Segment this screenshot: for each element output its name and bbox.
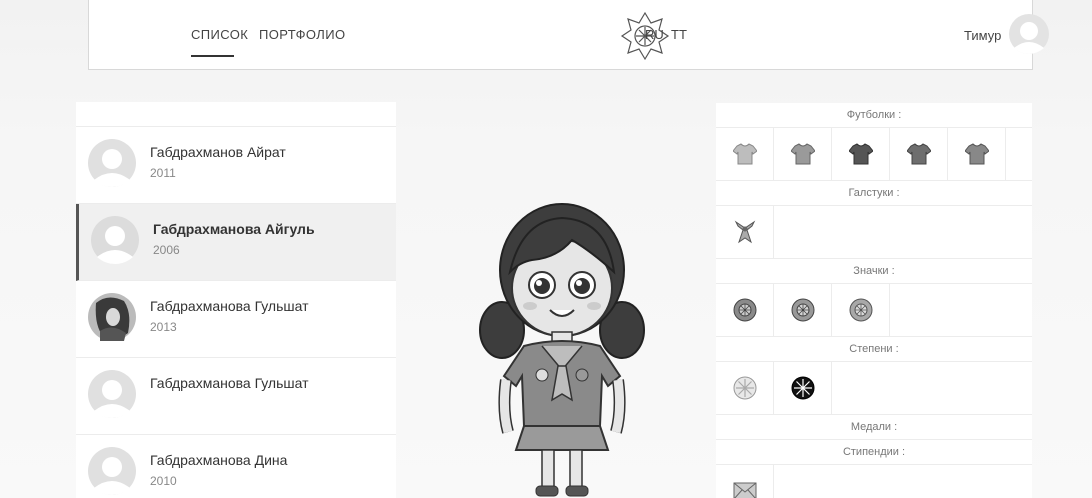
badges-heading: Значки : [716, 259, 1032, 284]
envelope-icon [733, 482, 756, 498]
nav-active-underline [191, 55, 234, 57]
degree-dark-icon [791, 376, 814, 400]
student-name: Габдрахманова Гульшат [150, 298, 309, 314]
scholarship-item[interactable] [716, 465, 774, 498]
avatar-placeholder-icon [88, 370, 136, 418]
student-list-item-active[interactable]: Габдрахманова Айгуль 2006 [76, 204, 396, 281]
degree-light-icon [733, 376, 756, 400]
student-photo [88, 293, 136, 341]
student-list-item[interactable]: Габдрахманов Айрат 2011 [76, 127, 396, 204]
student-name: Габдрахманова Дина [150, 452, 288, 468]
student-list-item[interactable]: Габдрахманова Дина 2010 [76, 435, 396, 498]
avatar-placeholder-icon [88, 447, 136, 495]
avatar-placeholder-icon [91, 216, 139, 264]
tshirt-item[interactable] [948, 128, 1006, 180]
degrees-row [716, 362, 1032, 415]
tshirt-icon [732, 143, 757, 165]
tshirt-icon [790, 143, 815, 165]
tshirts-row [716, 128, 1032, 181]
nav-list-link[interactable]: СПИСОК [191, 27, 248, 42]
tshirt-icon [848, 143, 873, 165]
achievements-panel: Футболки : Галстуки : Значки : Степени:… [716, 103, 1032, 498]
tshirt-icon [964, 143, 989, 165]
scholarships-heading: Стипендии : [716, 440, 1032, 465]
user-avatar-icon[interactable] [1009, 14, 1049, 54]
badge-item[interactable] [774, 284, 832, 336]
tshirt-item[interactable] [890, 128, 948, 180]
badge-item[interactable] [832, 284, 890, 336]
degree-item[interactable] [774, 362, 832, 414]
student-name: Габдрахманова Айгуль [153, 221, 315, 237]
avatar-placeholder-icon [88, 139, 136, 187]
badge-item[interactable] [716, 284, 774, 336]
student-year: 2010 [150, 474, 177, 488]
scholarships-row [716, 465, 1032, 498]
degree-item[interactable] [716, 362, 774, 414]
lang-tt-link[interactable]: ТТ [671, 27, 687, 42]
badge-icon [849, 298, 872, 322]
lang-ru-link[interactable]: RU [645, 27, 664, 42]
tshirt-icon [906, 143, 931, 165]
student-name: Габдрахманова Гульшат [150, 375, 309, 391]
badge-icon [733, 298, 756, 322]
ties-row [716, 206, 1032, 259]
student-name: Габдрахманов Айрат [150, 144, 286, 160]
medals-heading: Медали : [716, 415, 1032, 440]
student-list-item[interactable]: Габдрахманова Гульшат [76, 358, 396, 435]
student-year: 2006 [153, 243, 180, 257]
character-avatar-illustration [479, 203, 645, 497]
student-year: 2013 [150, 320, 177, 334]
student-list-item[interactable]: Габдрахманова Гульшат 2013 [76, 281, 396, 358]
tshirt-item[interactable] [716, 128, 774, 180]
badges-row [716, 284, 1032, 337]
tie-item[interactable] [716, 206, 774, 258]
tie-icon [734, 220, 755, 244]
list-top-strip [76, 102, 396, 127]
top-nav-bar: СПИСОК ПОРТФОЛИО RU ТТ Тимур [88, 0, 1049, 70]
badge-icon [791, 298, 814, 322]
degrees-heading: Степени : [716, 337, 1032, 362]
ties-heading: Галстуки : [716, 181, 1032, 206]
tshirts-heading: Футболки : [716, 103, 1032, 128]
student-year: 2011 [150, 166, 176, 180]
tshirt-item[interactable] [774, 128, 832, 180]
nav-portfolio-link[interactable]: ПОРТФОЛИО [259, 27, 346, 42]
user-name[interactable]: Тимур [964, 28, 1001, 43]
student-list: Габдрахманов Айрат 2011 Габдрахманова Ай… [76, 102, 396, 498]
tshirt-item[interactable] [832, 128, 890, 180]
